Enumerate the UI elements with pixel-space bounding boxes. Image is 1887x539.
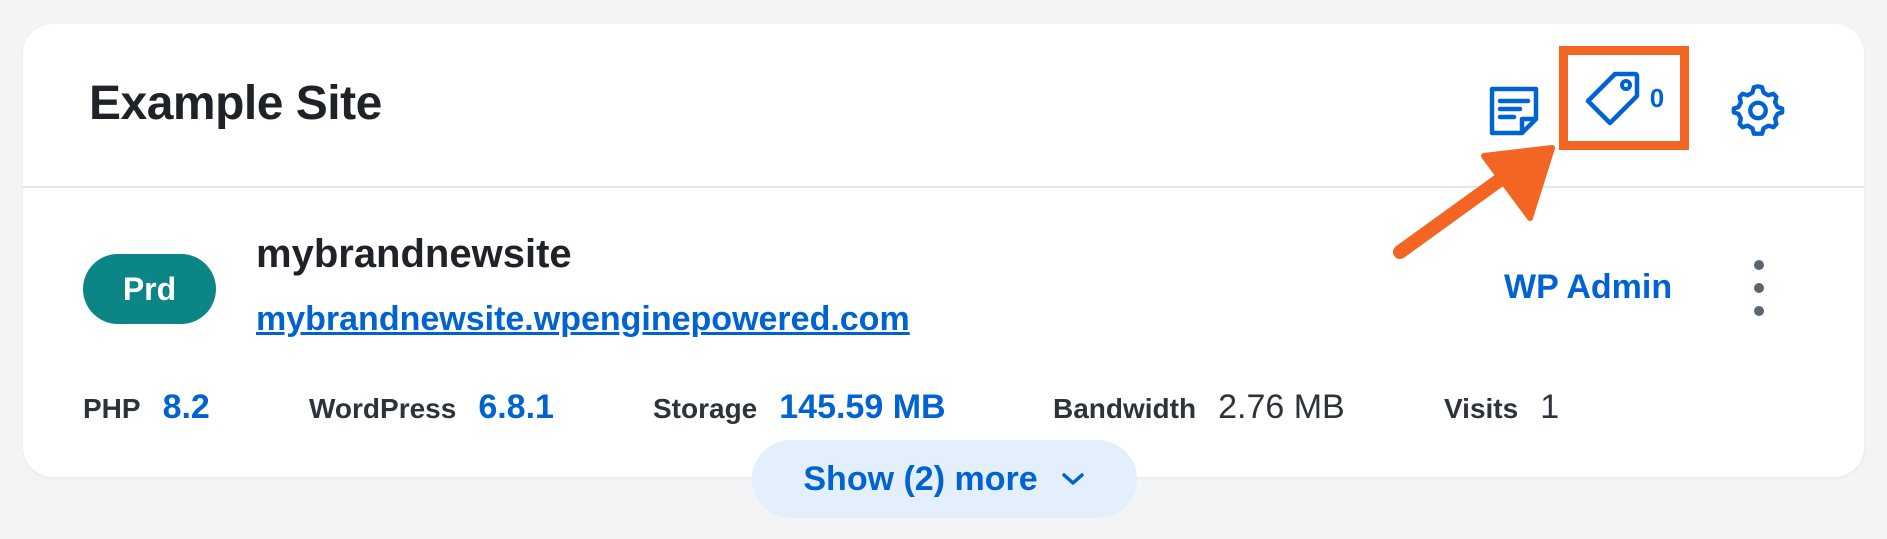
notes-button[interactable] [1479, 76, 1549, 146]
stat-visits: Visits 1 [1444, 388, 1559, 427]
wp-admin-link[interactable]: WP Admin [1504, 268, 1672, 307]
kebab-dot [1754, 306, 1764, 316]
tags-button[interactable]: 0 [1559, 46, 1689, 150]
stat-bandwidth: Bandwidth 2.76 MB [1053, 388, 1345, 427]
stat-php: PHP 8.2 [83, 388, 210, 427]
stat-storage: Storage 145.59 MB [653, 388, 946, 427]
stat-label: Visits [1444, 393, 1519, 424]
notes-icon [1489, 86, 1539, 136]
site-card: Example Site 0 Prd mybrandnewsite mybran… [23, 24, 1864, 477]
kebab-dot [1754, 283, 1764, 293]
site-card-header: Example Site 0 [23, 24, 1864, 188]
storage-link[interactable]: 145.59 MB [779, 388, 945, 427]
stat-wordpress: WordPress 6.8.1 [309, 388, 554, 427]
stat-label: PHP [83, 393, 141, 424]
environment-name[interactable]: mybrandnewsite [256, 232, 572, 277]
site-title: Example Site [89, 77, 382, 130]
kebab-dot [1754, 260, 1764, 270]
visits-value: 1 [1540, 388, 1560, 426]
settings-button[interactable] [1722, 74, 1794, 146]
show-more-label: Show (2) more [803, 459, 1038, 498]
gear-icon [1731, 84, 1785, 136]
chevron-down-icon [1061, 473, 1084, 485]
show-more-button[interactable]: Show (2) more [752, 440, 1137, 518]
arrow-icon [1393, 145, 1555, 259]
stat-label: Bandwidth [1053, 393, 1197, 424]
tag-icon [1585, 71, 1640, 126]
environment-badge: Prd [83, 254, 216, 324]
environment-url-link[interactable]: mybrandnewsite.wpenginepowered.com [256, 300, 910, 339]
stat-label: WordPress [309, 393, 457, 424]
php-version-link[interactable]: 8.2 [163, 388, 210, 427]
tag-count: 0 [1649, 82, 1665, 113]
more-vertical-icon[interactable] [1749, 260, 1769, 316]
bandwidth-value: 2.76 MB [1218, 388, 1345, 426]
stat-label: Storage [653, 393, 758, 424]
wordpress-version-link[interactable]: 6.8.1 [478, 388, 554, 427]
